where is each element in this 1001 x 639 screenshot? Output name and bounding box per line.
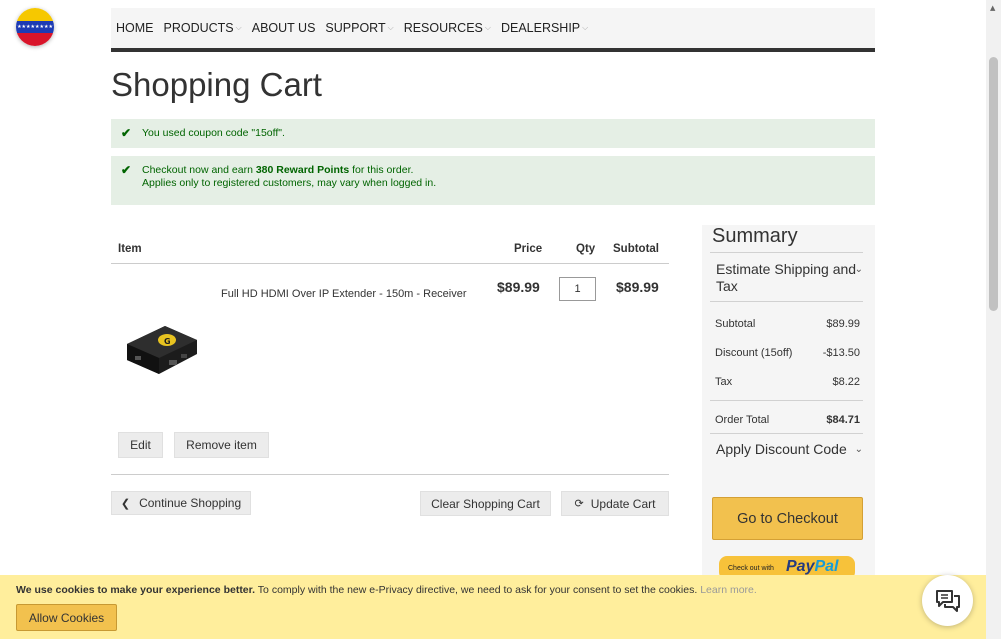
divider bbox=[710, 252, 863, 253]
summary-title: Summary bbox=[712, 225, 798, 247]
product-name-link[interactable]: Full HD HDMI Over IP Extender - 150m - R… bbox=[221, 288, 467, 300]
scrollbar-thumb[interactable] bbox=[989, 57, 998, 311]
svg-text:G: G bbox=[164, 337, 171, 346]
cookie-message-text: To comply with the new e-Privacy directi… bbox=[255, 584, 701, 596]
column-header-item: Item bbox=[118, 243, 142, 255]
reward-note: Applies only to registered customers, ma… bbox=[142, 177, 437, 189]
checkmark-icon: ✔ bbox=[121, 163, 132, 177]
nav-label: SUPPORT bbox=[325, 21, 386, 35]
chevron-down-icon: ⌵ bbox=[235, 23, 242, 32]
item-subtotal: $89.99 bbox=[616, 279, 659, 295]
chevron-down-icon: ⌵ bbox=[387, 23, 394, 32]
column-header-qty: Qty bbox=[576, 243, 596, 255]
apply-discount-toggle[interactable]: Apply Discount Code ⌄ bbox=[716, 441, 863, 458]
chevron-down-icon: ⌄ bbox=[854, 444, 863, 455]
reward-prefix: Checkout now and earn bbox=[142, 164, 256, 176]
paypal-logo: PayPal bbox=[786, 558, 838, 576]
nav-label: HOME bbox=[116, 21, 154, 35]
cookie-consent-bar: We use cookies to make your experience b… bbox=[0, 575, 986, 639]
chevron-down-icon: ⌄ bbox=[854, 264, 863, 275]
nav-label: RESOURCES bbox=[403, 21, 483, 35]
reward-suffix: for this order. bbox=[349, 164, 414, 176]
paypal-pal-text: Pal bbox=[814, 558, 839, 575]
update-cart-button[interactable]: ⟳ Update Cart bbox=[561, 491, 669, 516]
paypal-small-label: Check out with bbox=[728, 565, 774, 572]
summary-row-label: Tax bbox=[715, 376, 733, 388]
divider bbox=[710, 301, 863, 302]
summary-row-label: Discount (15off) bbox=[715, 347, 793, 359]
nav-item-support[interactable]: SUPPORT ⌵ bbox=[325, 21, 393, 35]
paypal-pay-text: Pay bbox=[786, 558, 815, 575]
nav-item-about-us[interactable]: ABOUT US bbox=[252, 21, 316, 35]
cart-table: Item Price Qty Subtotal bbox=[111, 238, 669, 264]
nav-item-home[interactable]: HOME bbox=[116, 21, 154, 35]
divider bbox=[111, 474, 669, 475]
go-to-checkout-button[interactable]: Go to Checkout bbox=[712, 497, 863, 540]
summary-row-label: Subtotal bbox=[715, 318, 756, 330]
cookie-message-bold: We use cookies to make your experience b… bbox=[16, 584, 256, 596]
column-header-price: Price bbox=[514, 243, 543, 255]
clear-cart-button[interactable]: Clear Shopping Cart bbox=[420, 491, 551, 516]
reward-message-text: Checkout now and earn 380 Reward Points … bbox=[142, 164, 436, 190]
page-title: Shopping Cart bbox=[111, 66, 322, 103]
chevron-down-icon: ⌵ bbox=[484, 23, 491, 32]
main-nav: HOME PRODUCTS ⌵ ABOUT US SUPPORT ⌵ RESOURC… bbox=[111, 8, 875, 52]
chat-button[interactable] bbox=[922, 575, 973, 626]
summary-row-value: $89.99 bbox=[826, 318, 860, 330]
nav-label: DEALERSHIP bbox=[500, 21, 581, 35]
scroll-up-icon[interactable]: ▲ bbox=[990, 4, 995, 12]
update-cart-label: Update Cart bbox=[590, 496, 656, 511]
chat-icon bbox=[935, 589, 960, 612]
nav-item-dealership[interactable]: DEALERSHIP ⌵ bbox=[501, 21, 588, 35]
item-price: $89.99 bbox=[497, 279, 540, 295]
refresh-icon: ⟳ bbox=[574, 498, 584, 510]
continue-shopping-label: Continue Shopping bbox=[139, 496, 242, 510]
chevron-down-icon: ⌵ bbox=[582, 23, 589, 32]
summary-row-value: -$13.50 bbox=[822, 347, 860, 359]
continue-shopping-button[interactable]: ❮ Continue Shopping bbox=[111, 491, 251, 515]
cookie-message: We use cookies to make your experience b… bbox=[16, 584, 757, 596]
estimate-shipping-label: Estimate Shipping and Tax bbox=[716, 261, 857, 294]
quantity-input[interactable] bbox=[559, 277, 596, 301]
reward-points-message: ✔ Checkout now and earn 380 Reward Point… bbox=[111, 156, 875, 205]
coupon-message-text: You used coupon code "15off". bbox=[142, 127, 285, 139]
divider bbox=[710, 400, 863, 401]
chevron-left-icon: ❮ bbox=[120, 497, 131, 510]
coupon-success-message: ✔ You used coupon code "15off". bbox=[111, 119, 875, 148]
apply-discount-label: Apply Discount Code bbox=[716, 441, 847, 457]
checkmark-icon: ✔ bbox=[121, 126, 132, 140]
divider bbox=[710, 433, 863, 434]
nav-item-resources[interactable]: RESOURCES ⌵ bbox=[404, 21, 491, 35]
page-scrollbar[interactable]: ▲ bbox=[986, 0, 1001, 639]
remove-item-button[interactable]: Remove item bbox=[174, 432, 269, 458]
country-flag-icon[interactable]: ★★★★★★★★ bbox=[16, 8, 54, 46]
nav-label: ABOUT US bbox=[251, 21, 316, 35]
product-image[interactable]: G bbox=[121, 318, 201, 380]
edit-item-button[interactable]: Edit bbox=[118, 432, 163, 458]
order-total-label: Order Total bbox=[715, 414, 770, 426]
learn-more-link[interactable]: Learn more. bbox=[700, 584, 757, 596]
nav-label: PRODUCTS bbox=[163, 21, 234, 35]
order-total-value: $84.71 bbox=[826, 414, 860, 426]
cart-table-header: Item Price Qty Subtotal bbox=[111, 238, 669, 264]
summary-row-value: $8.22 bbox=[832, 376, 860, 388]
column-header-subtotal: Subtotal bbox=[613, 243, 659, 255]
nav-item-products[interactable]: PRODUCTS ⌵ bbox=[164, 21, 242, 35]
allow-cookies-button[interactable]: Allow Cookies bbox=[16, 604, 117, 631]
estimate-shipping-toggle[interactable]: Estimate Shipping and Tax ⌄ bbox=[716, 261, 863, 295]
reward-points: 380 Reward Points bbox=[255, 164, 350, 176]
